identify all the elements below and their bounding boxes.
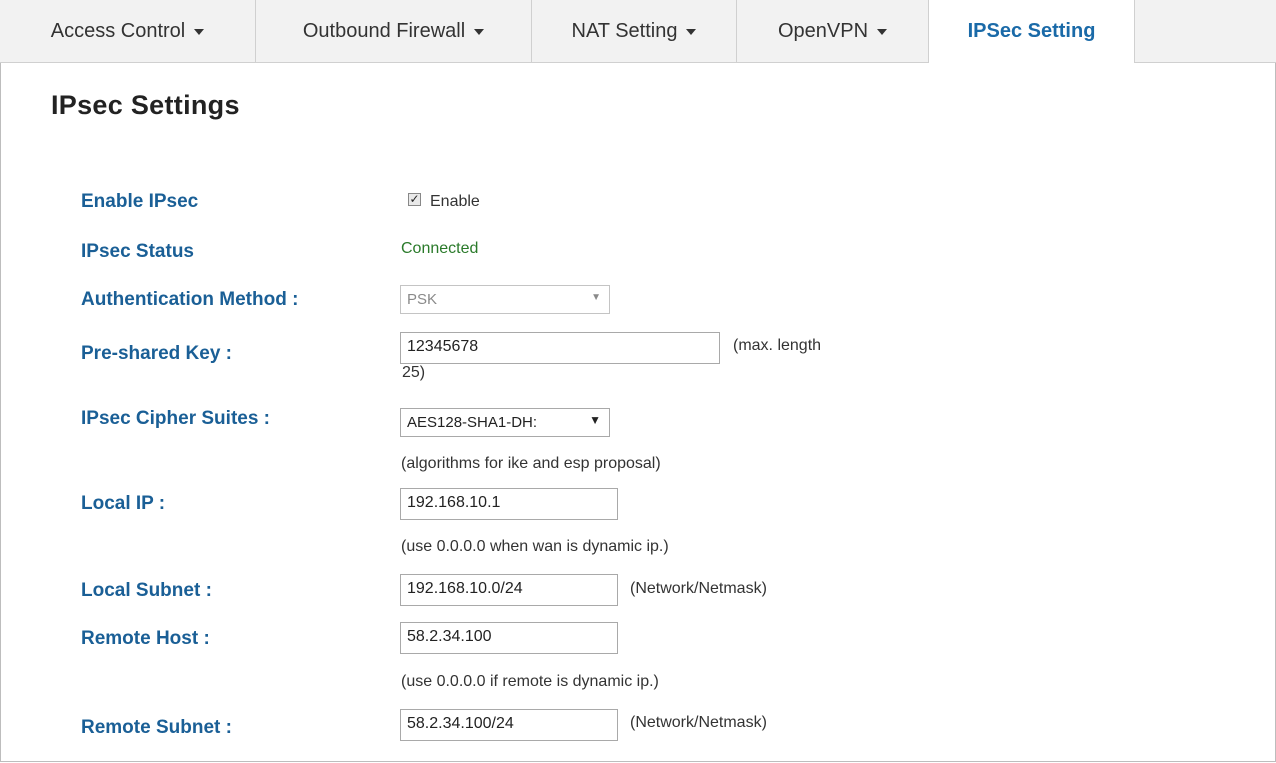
- psk-label: Pre-shared Key :: [81, 343, 233, 364]
- remote-subnet-hint: (Network/Netmask): [630, 714, 767, 731]
- tab-outbound-firewall[interactable]: Outbound Firewall: [256, 0, 532, 62]
- tab-openvpn[interactable]: OpenVPN: [737, 0, 929, 62]
- local-subnet-label: Local Subnet :: [81, 580, 212, 601]
- caret-down-icon: [877, 29, 888, 35]
- tab-access-control[interactable]: Access Control: [0, 0, 256, 62]
- tab-label: Outbound Firewall: [302, 19, 466, 42]
- psk-hint-line2: 25): [402, 364, 426, 381]
- ipsec-status-value: Connected: [401, 240, 479, 257]
- tab-label: OpenVPN: [777, 19, 869, 42]
- page-title: IPsec Settings: [51, 90, 240, 120]
- enable-ipsec-label: Enable IPsec: [81, 191, 199, 212]
- tab-bar: Access Control Outbound Firewall NAT Set…: [0, 0, 1276, 63]
- tab-nat-setting[interactable]: NAT Setting: [532, 0, 737, 62]
- auth-method-value: PSK: [407, 291, 438, 308]
- tab-label: NAT Setting: [571, 19, 678, 42]
- cipher-suites-hint: (algorithms for ike and esp proposal): [401, 455, 661, 472]
- psk-input[interactable]: 12345678: [400, 332, 720, 364]
- tab-label: IPSec Setting: [967, 20, 1096, 42]
- tab-ipsec-setting[interactable]: IPSec Setting: [928, 0, 1135, 63]
- remote-host-input[interactable]: 58.2.34.100: [400, 622, 618, 654]
- cipher-suites-value: AES128-SHA1-DH:: [407, 414, 538, 431]
- ipsec-status-label: IPsec Status: [81, 241, 194, 262]
- local-subnet-hint: (Network/Netmask): [630, 580, 767, 597]
- dropdown-arrow-icon: ▼: [591, 292, 601, 303]
- tab-label: Access Control: [50, 19, 186, 42]
- local-ip-input[interactable]: 192.168.10.1: [400, 488, 618, 520]
- cipher-suites-label: IPsec Cipher Suites :: [81, 408, 271, 429]
- psk-hint-line1: (max. length: [733, 337, 822, 354]
- auth-method-label: Authentication Method :: [81, 289, 299, 310]
- dropdown-arrow-icon: ▼: [589, 413, 601, 427]
- caret-down-icon: [474, 29, 485, 35]
- remote-host-label: Remote Host :: [81, 628, 210, 649]
- local-ip-label: Local IP :: [81, 493, 166, 514]
- caret-down-icon: [194, 29, 205, 35]
- auth-method-select[interactable]: PSK ▼: [400, 285, 610, 314]
- remote-subnet-label: Remote Subnet :: [81, 717, 232, 738]
- cipher-suites-select[interactable]: AES128-SHA1-DH: ▼: [400, 408, 610, 437]
- remote-subnet-input[interactable]: 58.2.34.100/24: [400, 709, 618, 741]
- enable-ipsec-checkbox[interactable]: ✓: [408, 193, 421, 206]
- local-subnet-input[interactable]: 192.168.10.0/24: [400, 574, 618, 606]
- enable-checkbox-label: Enable: [430, 193, 480, 210]
- local-ip-hint: (use 0.0.0.0 when wan is dynamic ip.): [401, 538, 669, 555]
- remote-host-hint: (use 0.0.0.0 if remote is dynamic ip.): [401, 673, 659, 690]
- caret-down-icon: [686, 29, 697, 35]
